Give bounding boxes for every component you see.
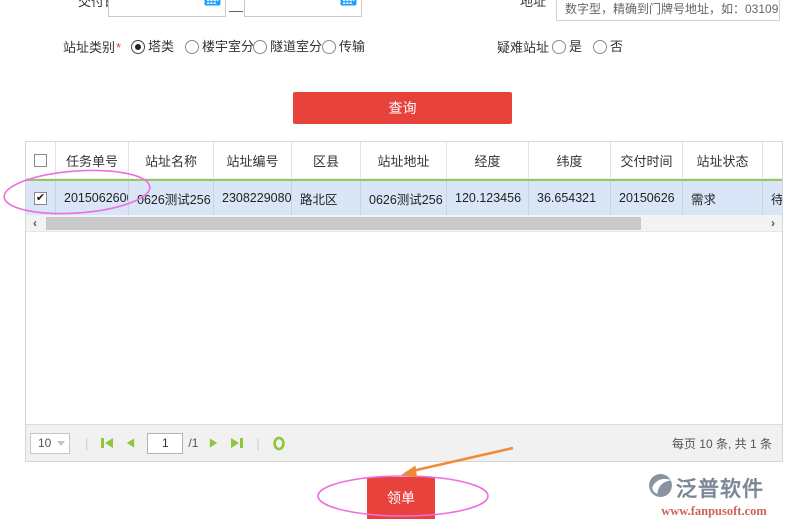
select-all-checkbox[interactable] (34, 154, 47, 167)
column-header[interactable]: 站址名称 (129, 142, 214, 179)
column-header[interactable]: 站址状态 (683, 142, 763, 179)
separator: | (85, 436, 88, 451)
table-row[interactable]: ✔ 2015062600... 0626测试256 2308229080... … (26, 179, 782, 215)
date-from-input[interactable] (108, 0, 226, 17)
cell-latitude: 36.654321 (529, 181, 611, 215)
radio-dot-icon[interactable] (552, 40, 566, 54)
next-page-icon[interactable] (207, 436, 220, 450)
radio-dot-icon[interactable] (185, 40, 199, 54)
fanpu-logo-icon (648, 473, 673, 503)
pointer-arrow-head (401, 466, 417, 478)
query-button[interactable]: 查询 (293, 92, 512, 124)
scrollbar-track[interactable] (44, 215, 764, 232)
claim-order-button[interactable]: 领单 (367, 477, 435, 519)
page-number-input[interactable] (147, 433, 183, 454)
results-table: 任务单号 站址名称 站址编号 区县 站址地址 经度 纬度 交付时间 站址状态 ✔… (25, 141, 783, 462)
radio-transmission[interactable]: 传输 (322, 36, 365, 55)
pagination-bar: 10 | /1 | 每页 10 条, 共 1 条 (26, 424, 782, 461)
pagination-summary: 每页 10 条, 共 1 条 (672, 435, 772, 452)
horizontal-scrollbar[interactable]: ‹ › (26, 215, 782, 232)
scrollbar-thumb[interactable] (46, 217, 641, 230)
radio-dot-icon[interactable] (131, 40, 145, 54)
hint-field[interactable]: 数字型，精确到门牌号地址，如：0310912021 (556, 0, 780, 21)
scroll-left-icon[interactable]: ‹ (26, 215, 44, 232)
row-checkbox-cell: ✔ (26, 181, 56, 215)
difficult-site-label: 疑难站址 (497, 37, 549, 56)
page-size-select[interactable]: 10 (30, 433, 70, 454)
column-header[interactable]: 任务单号 (56, 142, 129, 179)
radio-dot-icon[interactable] (322, 40, 336, 54)
table-header-row: 任务单号 站址名称 站址编号 区县 站址地址 经度 纬度 交付时间 站址状态 (26, 142, 782, 179)
cell-extra: 待 (763, 181, 783, 215)
cell-site-status: 需求 (683, 181, 763, 215)
watermark-url: www.fanpusoft.com (648, 504, 780, 519)
cell-site-code: 2308229080... (214, 181, 292, 215)
cell-task-number: 2015062600... (56, 181, 129, 215)
required-asterisk: * (116, 40, 121, 55)
column-header[interactable]: 经度 (447, 142, 529, 179)
hint-field-label: 地址 (520, 0, 546, 10)
cell-site-name: 0626测试256 (129, 181, 214, 215)
prev-page-icon[interactable] (124, 436, 137, 450)
scroll-right-icon[interactable]: › (764, 215, 782, 232)
last-page-icon[interactable] (230, 436, 244, 450)
cell-district: 路北区 (292, 181, 361, 215)
radio-dot-icon[interactable] (593, 40, 607, 54)
select-all-header (26, 142, 56, 179)
chevron-down-icon (57, 441, 65, 446)
separator: | (256, 436, 259, 451)
watermark-brand: 泛普软件 (676, 473, 764, 503)
calendar-icon[interactable] (340, 0, 357, 11)
radio-tunnel-indoor[interactable]: 隧道室分 (253, 36, 322, 55)
date-range-separator: — (229, 2, 243, 18)
column-header[interactable] (763, 142, 783, 179)
cell-longitude: 120.123456 (447, 181, 529, 215)
site-category-label: 站址类别* (63, 37, 121, 56)
refresh-icon[interactable] (272, 436, 286, 451)
row-checkbox-checked[interactable]: ✔ (34, 192, 47, 205)
page-total: /1 (188, 436, 198, 450)
page-size-value: 10 (38, 436, 51, 450)
first-page-icon[interactable] (100, 436, 114, 450)
cell-site-address: 0626测试256 (361, 181, 447, 215)
radio-building-indoor[interactable]: 楼宇室分 (185, 36, 254, 55)
cell-delivery-time: 20150626 (611, 181, 683, 215)
watermark: 泛普软件 www.fanpusoft.com (648, 473, 780, 519)
column-header[interactable]: 站址地址 (361, 142, 447, 179)
column-header[interactable]: 区县 (292, 142, 361, 179)
column-header[interactable]: 纬度 (529, 142, 611, 179)
date-to-input[interactable] (244, 0, 362, 17)
radio-dot-icon[interactable] (253, 40, 267, 54)
radio-no[interactable]: 否 (593, 36, 623, 55)
hint-field-text: 数字型，精确到门牌号地址，如：0310912021 (565, 0, 780, 17)
column-header[interactable]: 交付时间 (611, 142, 683, 179)
radio-tower[interactable]: 塔类 (131, 36, 174, 55)
page: 交付日期 — 地址 数字型，精确到门牌号地址，如：0310912021 站址类别… (0, 0, 785, 519)
column-header[interactable]: 站址编号 (214, 142, 292, 179)
calendar-icon[interactable] (204, 0, 221, 11)
radio-yes[interactable]: 是 (552, 36, 582, 55)
